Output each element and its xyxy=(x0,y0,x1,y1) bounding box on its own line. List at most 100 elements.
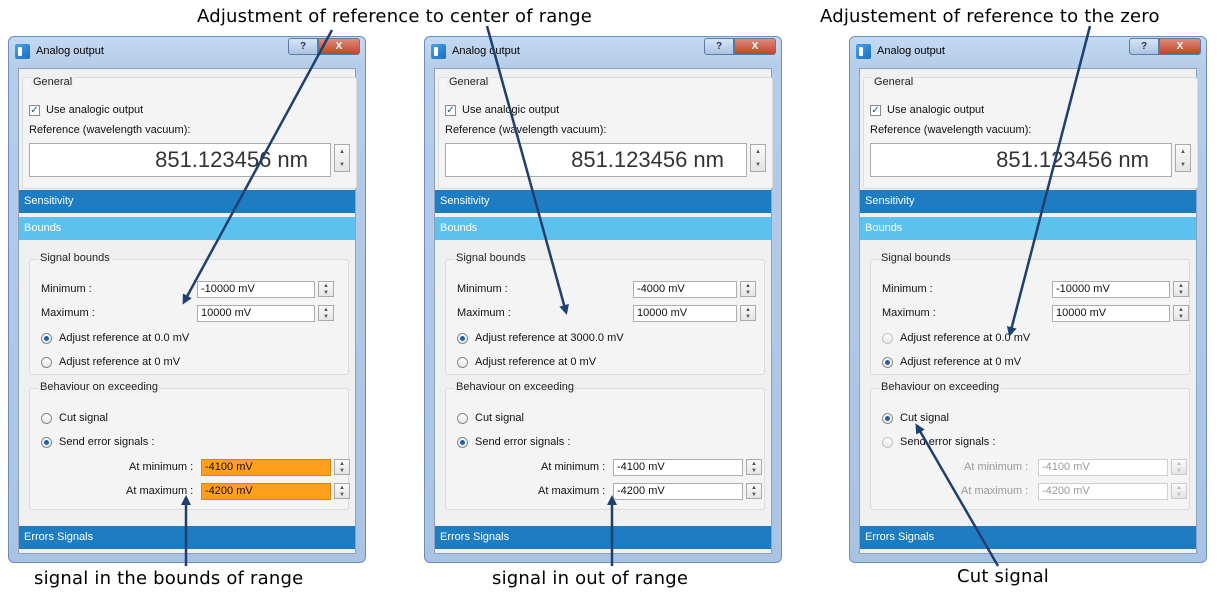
cut-signal-radio[interactable] xyxy=(41,413,52,424)
adjust-reference-center-radio[interactable] xyxy=(41,333,52,344)
at-maximum-input[interactable]: -4200 mV xyxy=(201,483,331,500)
maximum-input[interactable]: 10000 mV xyxy=(633,305,737,322)
behaviour-title: Behaviour on exceeding xyxy=(38,381,161,393)
bounds-section[interactable]: Bounds xyxy=(435,217,771,240)
send-error-radio[interactable] xyxy=(882,437,893,448)
window-title: Analog output xyxy=(877,45,945,57)
adjust-reference-center-label: Adjust reference at 0.0 mV xyxy=(900,332,1031,344)
minimum-input[interactable]: -10000 mV xyxy=(197,281,315,298)
caption-cut-signal: Cut signal xyxy=(957,566,1049,587)
use-output-label: Use analogic output xyxy=(462,104,560,116)
sensitivity-section[interactable]: Sensitivity xyxy=(860,190,1196,213)
reference-input[interactable]: 851.123456 nm xyxy=(29,143,331,177)
caption-out-of-range: signal in out of range xyxy=(492,568,689,589)
reference-spinner[interactable]: ▲ ▼ xyxy=(750,144,766,172)
at-maximum-spinner[interactable]: ▲ ▼ xyxy=(1171,483,1187,499)
window-title: Analog output xyxy=(452,45,520,57)
use-output-checkbox[interactable]: ✓ xyxy=(870,105,881,116)
adjust-reference-zero-radio[interactable] xyxy=(457,357,468,368)
general-group-title: General xyxy=(872,76,916,88)
adjust-reference-zero-radio[interactable] xyxy=(41,357,52,368)
cut-signal-radio[interactable] xyxy=(457,413,468,424)
send-error-radio[interactable] xyxy=(41,437,52,448)
close-button[interactable]: X xyxy=(734,38,776,55)
signal-bounds-title: Signal bounds xyxy=(879,252,953,264)
send-error-radio[interactable] xyxy=(457,437,468,448)
behaviour-title: Behaviour on exceeding xyxy=(879,381,1002,393)
reference-spinner[interactable]: ▲ ▼ xyxy=(334,144,350,172)
help-button[interactable]: ? xyxy=(1129,38,1159,55)
signal-bounds-title: Signal bounds xyxy=(38,252,112,264)
adjust-reference-center-radio[interactable] xyxy=(457,333,468,344)
cut-signal-radio[interactable] xyxy=(882,413,893,424)
at-maximum-label: At maximum : xyxy=(126,485,194,497)
at-minimum-label: At minimum : xyxy=(541,461,606,473)
reference-input[interactable]: 851.123456 nm xyxy=(445,143,747,177)
use-output-checkbox[interactable]: ✓ xyxy=(29,105,40,116)
app-icon xyxy=(15,44,30,59)
maximum-input[interactable]: 10000 mV xyxy=(1052,305,1170,322)
minimum-input[interactable]: -10000 mV xyxy=(1052,281,1170,298)
adjust-reference-center-radio[interactable] xyxy=(882,333,893,344)
at-minimum-input[interactable]: -4100 mV xyxy=(613,459,743,476)
reference-label: Reference (wavelength vacuum): xyxy=(870,124,1032,136)
at-minimum-spinner[interactable]: ▲ ▼ xyxy=(746,459,762,475)
at-maximum-label: At maximum : xyxy=(961,485,1029,497)
dialog-body: General ✓ Use analogic output Reference … xyxy=(18,68,357,554)
at-minimum-spinner[interactable]: ▲ ▼ xyxy=(1171,459,1187,475)
help-button[interactable]: ? xyxy=(704,38,734,55)
maximum-input[interactable]: 10000 mV xyxy=(197,305,315,322)
at-maximum-spinner[interactable]: ▲ ▼ xyxy=(746,483,762,499)
at-maximum-spinner[interactable]: ▲ ▼ xyxy=(334,483,350,499)
send-error-label: Send error signals : xyxy=(475,436,571,448)
behaviour-title: Behaviour on exceeding xyxy=(454,381,577,393)
reference-spinner[interactable]: ▲ ▼ xyxy=(1175,144,1191,172)
reference-label: Reference (wavelength vacuum): xyxy=(29,124,191,136)
at-minimum-input[interactable]: -4100 mV xyxy=(1038,459,1168,476)
reference-input[interactable]: 851.123456 nm xyxy=(870,143,1172,177)
at-minimum-input[interactable]: -4100 mV xyxy=(201,459,331,476)
adjust-reference-zero-label: Adjust reference at 0 mV xyxy=(900,356,1022,368)
title-bar[interactable]: Analog output ? X xyxy=(9,37,365,63)
dialog-body: General ✓ Use analogic output Reference … xyxy=(859,68,1198,554)
title-bar[interactable]: Analog output ? X xyxy=(425,37,781,63)
errors-signals-section[interactable]: Errors Signals xyxy=(19,526,355,549)
cut-signal-label: Cut signal xyxy=(900,412,949,424)
adjust-reference-zero-label: Adjust reference at 0 mV xyxy=(59,356,181,368)
minimum-label: Minimum : xyxy=(41,283,92,295)
maximum-spinner[interactable]: ▲ ▼ xyxy=(318,305,334,321)
errors-signals-section[interactable]: Errors Signals xyxy=(860,526,1196,549)
minimum-spinner[interactable]: ▲ ▼ xyxy=(318,281,334,297)
app-icon xyxy=(431,44,446,59)
close-button[interactable]: X xyxy=(1159,38,1201,55)
use-output-label: Use analogic output xyxy=(887,104,985,116)
app-icon xyxy=(856,44,871,59)
at-maximum-input[interactable]: -4200 mV xyxy=(613,483,743,500)
minimum-spinner[interactable]: ▲ ▼ xyxy=(740,281,756,297)
at-minimum-label: At minimum : xyxy=(964,461,1029,473)
minimum-spinner[interactable]: ▲ ▼ xyxy=(1173,281,1189,297)
minimum-input[interactable]: -4000 mV xyxy=(633,281,737,298)
sensitivity-section[interactable]: Sensitivity xyxy=(435,190,771,213)
at-maximum-input[interactable]: -4200 mV xyxy=(1038,483,1168,500)
errors-signals-section[interactable]: Errors Signals xyxy=(435,526,771,549)
help-button[interactable]: ? xyxy=(288,38,318,55)
use-output-checkbox[interactable]: ✓ xyxy=(445,105,456,116)
minimum-label: Minimum : xyxy=(457,283,508,295)
analog-output-window-1: Analog output ? X General ✓ Use analogic… xyxy=(8,36,366,563)
cut-signal-label: Cut signal xyxy=(59,412,108,424)
window-title: Analog output xyxy=(36,45,104,57)
bounds-section[interactable]: Bounds xyxy=(19,217,355,240)
sensitivity-section[interactable]: Sensitivity xyxy=(19,190,355,213)
close-button[interactable]: X xyxy=(318,38,360,55)
bounds-section[interactable]: Bounds xyxy=(860,217,1196,240)
adjust-reference-zero-radio[interactable] xyxy=(882,357,893,368)
maximum-spinner[interactable]: ▲ ▼ xyxy=(740,305,756,321)
title-bar[interactable]: Analog output ? X xyxy=(850,37,1206,63)
maximum-spinner[interactable]: ▲ ▼ xyxy=(1173,305,1189,321)
maximum-label: Maximum : xyxy=(457,307,511,319)
analog-output-window-3: Analog output ? X General ✓ Use analogic… xyxy=(849,36,1207,563)
at-minimum-spinner[interactable]: ▲ ▼ xyxy=(334,459,350,475)
adjust-reference-center-label: Adjust reference at 3000.0 mV xyxy=(475,332,624,344)
general-group-title: General xyxy=(31,76,75,88)
